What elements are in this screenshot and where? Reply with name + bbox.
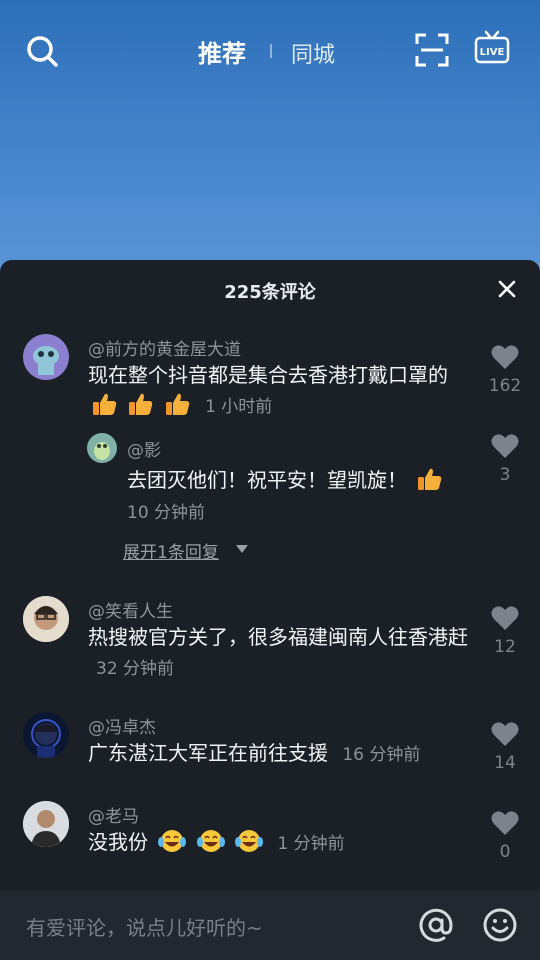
person-avatar-icon xyxy=(23,596,69,642)
close-icon[interactable] xyxy=(496,278,518,300)
at-icon[interactable] xyxy=(418,907,454,943)
tab-recommend[interactable]: 推荐 xyxy=(198,34,246,69)
avatar[interactable] xyxy=(87,433,117,463)
heart-icon xyxy=(491,345,519,369)
laugh-cry-emoji xyxy=(196,829,225,861)
like-button[interactable]: 14 xyxy=(485,721,525,773)
like-button[interactable]: 162 xyxy=(485,344,525,396)
scan-icon[interactable] xyxy=(415,33,449,67)
comment-time: 1 分钟前 xyxy=(277,834,345,854)
comment-time: 16 分钟前 xyxy=(342,745,421,765)
comments-sheet: 225条评论 @前方的黄金屋大道 现在整个抖音都是集合去香港打戴口罩的 1 小时… xyxy=(0,260,540,960)
frog-avatar-icon xyxy=(94,442,110,460)
comment-time: 1 小时前 xyxy=(205,397,273,417)
chevron-down-icon[interactable] xyxy=(236,545,248,553)
comment-body: 没我份 xyxy=(88,830,148,854)
like-button[interactable]: 0 xyxy=(485,810,525,862)
comment-input-bar: 有爱评论，说点儿好听的~ xyxy=(0,890,540,960)
person-avatar-icon xyxy=(31,719,61,758)
thumbs-up-emoji xyxy=(128,392,154,424)
comment-text: 现在整个抖音都是集合去香港打戴口罩的 1 小时前 xyxy=(88,360,468,424)
laugh-cry-emoji xyxy=(235,829,264,861)
like-count: 0 xyxy=(499,842,511,862)
like-count: 12 xyxy=(494,637,516,657)
comment-body: 现在整个抖音都是集合去香港打戴口罩的 xyxy=(88,363,448,387)
top-bar: 推荐 同城 LIVE xyxy=(0,0,540,100)
like-count: 3 xyxy=(499,465,511,485)
heart-icon xyxy=(491,811,519,835)
live-tv-icon[interactable]: LIVE xyxy=(474,30,510,66)
reply-username[interactable]: @影 xyxy=(127,436,161,461)
live-label: LIVE xyxy=(480,47,505,58)
avatar[interactable] xyxy=(23,596,69,642)
comment-text: 广东湛江大军正在前往支援 16 分钟前 xyxy=(88,738,468,770)
comment-input[interactable]: 有爱评论，说点儿好听的~ xyxy=(26,912,263,941)
like-button[interactable]: 12 xyxy=(485,605,525,657)
avatar[interactable] xyxy=(23,801,69,847)
comment-username[interactable]: @冯卓杰 xyxy=(88,713,156,738)
thumbs-up-emoji xyxy=(417,467,443,499)
tab-local[interactable]: 同城 xyxy=(291,37,335,69)
reply-text: 去团灭他们！祝平安！望凯旋！ xyxy=(127,465,467,499)
laugh-cry-emoji xyxy=(158,829,187,861)
expand-replies-link[interactable]: 展开1条回复 xyxy=(123,538,219,563)
like-count: 14 xyxy=(494,753,516,773)
comment-body: 广东湛江大军正在前往支援 xyxy=(88,741,328,765)
reply-time: 10 分钟前 xyxy=(127,503,206,523)
heart-icon xyxy=(491,722,519,746)
thumbs-up-emoji xyxy=(92,392,118,424)
reply-body: 去团灭他们！祝平安！望凯旋！ xyxy=(127,468,407,492)
comment-username[interactable]: @笑看人生 xyxy=(88,597,173,622)
heart-icon xyxy=(491,606,519,630)
comment-text: 没我份 1 分钟前 xyxy=(88,827,468,861)
like-button[interactable]: 3 xyxy=(485,433,525,485)
comment-username[interactable]: @老马 xyxy=(88,802,139,827)
thumbs-up-emoji xyxy=(165,392,191,424)
heart-icon xyxy=(491,434,519,458)
like-count: 162 xyxy=(488,376,522,396)
comment-text: 热搜被官方关了，很多福建闽南人往香港赶 32 分钟前 xyxy=(88,622,468,684)
comment-body: 热搜被官方关了，很多福建闽南人往香港赶 xyxy=(88,625,468,649)
avatar[interactable] xyxy=(23,712,69,758)
search-icon[interactable] xyxy=(25,34,59,68)
smiley-icon[interactable] xyxy=(482,907,518,943)
comments-count-title: 225条评论 xyxy=(224,282,316,303)
alien-avatar-icon xyxy=(33,346,59,375)
avatar[interactable] xyxy=(23,334,69,380)
tab-divider xyxy=(270,44,272,58)
person-avatar-icon xyxy=(23,801,69,847)
comment-username[interactable]: @前方的黄金屋大道 xyxy=(88,335,241,360)
comment-time: 32 分钟前 xyxy=(96,659,175,679)
